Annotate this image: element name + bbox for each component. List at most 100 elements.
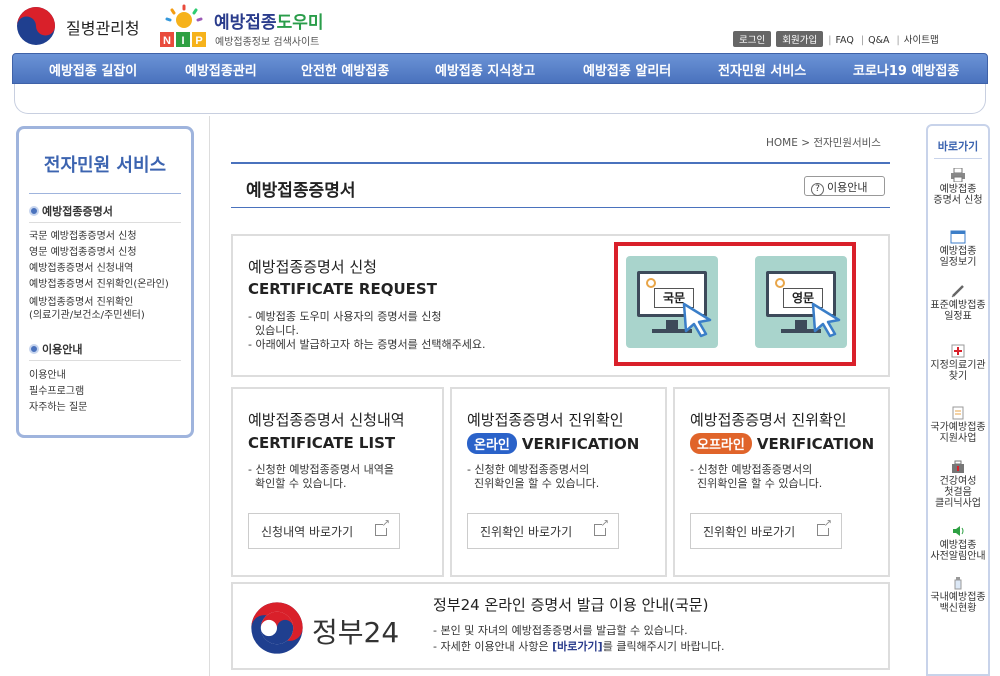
sidebar-link-usage[interactable]: 이용안내 bbox=[29, 369, 66, 382]
gov24-shortcut-link[interactable]: [바로가기] bbox=[552, 640, 603, 653]
quick-link-certificate[interactable]: 예방접종 증명서 신청 bbox=[928, 168, 988, 206]
sidebar-section-certificate[interactable]: 예방접종증명서 bbox=[29, 203, 113, 219]
nav-item-guide[interactable]: 예방접종 길잡이 bbox=[49, 60, 137, 79]
syringe-icon bbox=[951, 285, 964, 298]
cursor-icon bbox=[682, 302, 712, 338]
gov24-logo[interactable]: 정부24 bbox=[250, 597, 420, 655]
main-nav: 예방접종 길잡이 예방접종관리 안전한 예방접종 예방접종 지식창고 예방접종 … bbox=[12, 53, 988, 84]
online-verify-card: 예방접종증명서 진위확인 온라인 VERIFICATION - 신청한 예방접종증… bbox=[450, 387, 667, 577]
request-title: 예방접종증명서 신청 bbox=[248, 258, 377, 276]
nav-item-e-service[interactable]: 전자민원 서비스 bbox=[718, 60, 806, 79]
quick-links-title: 바로가기 bbox=[937, 140, 979, 153]
title-bottom-rule bbox=[231, 207, 890, 208]
request-desc-3: - 아래에서 발급하고자 하는 증명서를 선택해주세요. bbox=[248, 338, 486, 351]
usage-guide-button[interactable]: ? 이용안내 bbox=[804, 176, 885, 196]
offline-verify-go-button[interactable]: 진위확인 바로가기 bbox=[690, 513, 842, 549]
online-desc-2: 진위확인을 할 수 있습니다. bbox=[467, 477, 600, 490]
title-top-rule bbox=[231, 162, 890, 164]
gov24-title: 정부24 온라인 증명서 발급 이용 안내(국문) bbox=[433, 596, 709, 614]
sidebar-link-verify-offline-detail[interactable]: (의료기관/보건소/주민센터) bbox=[29, 309, 145, 322]
speaker-icon bbox=[953, 526, 964, 536]
korean-certificate-button[interactable]: 국문 bbox=[626, 256, 718, 348]
question-icon: ? bbox=[811, 183, 824, 196]
offline-verify-title-en: 오프라인 VERIFICATION bbox=[690, 433, 874, 454]
sub-nav-bar bbox=[14, 84, 986, 114]
nav-item-notice[interactable]: 예방접종 알리터 bbox=[583, 60, 671, 79]
svg-text:I: I bbox=[181, 35, 184, 47]
kdca-logo[interactable]: 질병관리청 bbox=[16, 6, 156, 46]
online-verify-title: 예방접종증명서 진위확인 bbox=[467, 411, 624, 429]
nip-title: 예방접종도우미 bbox=[214, 13, 324, 33]
online-badge: 온라인 bbox=[467, 433, 517, 454]
nip-logo[interactable]: N I P 예방접종도우미 예방접종정보 검색사이트 bbox=[158, 4, 338, 48]
sidebar-link-verify-offline[interactable]: 예방접종증명서 진위확인 bbox=[29, 296, 133, 309]
offline-verify-card: 예방접종증명서 진위확인 오프라인 VERIFICATION - 신청한 예방접종… bbox=[673, 387, 890, 577]
request-desc-1: - 예방접종 도우미 사용자의 증명서를 신청 bbox=[248, 310, 442, 323]
breadcrumb: HOME > 전자민원서비스 bbox=[766, 137, 881, 149]
nav-item-safe[interactable]: 안전한 예방접종 bbox=[301, 60, 389, 79]
gov24-logo-text: 정부24 bbox=[312, 616, 400, 649]
page-title: 예방접종증명서 bbox=[246, 181, 356, 201]
nav-item-management[interactable]: 예방접종관리 bbox=[185, 60, 257, 79]
nip-sun-icon: N I P bbox=[160, 4, 206, 47]
quick-link-standard-schedule[interactable]: 표준예방접종 일정표 bbox=[928, 284, 988, 322]
printer-icon bbox=[951, 168, 965, 182]
offline-verify-title: 예방접종증명서 진위확인 bbox=[690, 411, 847, 429]
taeguk-emblem-icon bbox=[17, 7, 55, 45]
offline-badge: 오프라인 bbox=[690, 433, 752, 454]
list-title-en: CERTIFICATE LIST bbox=[248, 434, 396, 452]
request-list-go-button[interactable]: 신청내역 바로가기 bbox=[248, 513, 400, 549]
online-verify-go-button[interactable]: 진위확인 바로가기 bbox=[467, 513, 619, 549]
sidebar-link-english-request[interactable]: 영문 예방접종증명서 신청 bbox=[29, 246, 137, 259]
content-divider bbox=[209, 116, 210, 676]
taeguk-emblem-icon bbox=[251, 602, 303, 654]
kdca-logo-text: 질병관리청 bbox=[66, 19, 140, 38]
calendar-icon bbox=[950, 230, 966, 244]
sidebar-link-korean-request[interactable]: 국문 예방접종증명서 신청 bbox=[29, 230, 137, 243]
offline-desc-1: - 신청한 예방접종증명서의 bbox=[690, 463, 813, 476]
vial-icon bbox=[954, 577, 962, 590]
offline-desc-2: 진위확인을 할 수 있습니다. bbox=[690, 477, 823, 490]
join-button[interactable]: 회원가입 bbox=[776, 31, 824, 47]
quick-link-women-clinic[interactable]: 건강여성 첫걸음 클리닉사업 bbox=[928, 460, 988, 509]
online-desc-1: - 신청한 예방접종증명서의 bbox=[467, 463, 590, 476]
external-link-icon bbox=[375, 518, 390, 536]
external-link-icon bbox=[817, 518, 832, 536]
bullet-icon bbox=[29, 206, 39, 216]
kit-icon bbox=[952, 460, 964, 473]
cursor-icon bbox=[811, 302, 841, 338]
quick-link-national-support[interactable]: 국가예방접종 지원사업 bbox=[928, 406, 988, 444]
list-title: 예방접종증명서 신청내역 bbox=[248, 411, 405, 429]
quick-link-vaccine-status[interactable]: 국내예방접종 백신현황 bbox=[928, 576, 988, 614]
sidebar-link-faq[interactable]: 자주하는 질문 bbox=[29, 401, 87, 414]
sidebar-section-usage[interactable]: 이용안내 bbox=[29, 341, 82, 357]
sitemap-link[interactable]: 사이트맵 bbox=[904, 35, 939, 46]
quick-link-advance-notice[interactable]: 예방접종 사전알림안내 bbox=[928, 524, 988, 562]
left-sidebar: 전자민원 서비스 예방접종증명서 국문 예방접종증명서 신청 영문 예방접종증명… bbox=[16, 126, 194, 438]
utility-menu: 로그인 회원가입 | FAQ | Q&A | 사이트맵 bbox=[733, 31, 943, 47]
online-verify-title-en: 온라인 VERIFICATION bbox=[467, 433, 639, 454]
login-button[interactable]: 로그인 bbox=[733, 31, 772, 47]
nav-item-knowledge[interactable]: 예방접종 지식창고 bbox=[435, 60, 535, 79]
nav-item-covid19[interactable]: 코로나19 예방접종 bbox=[853, 60, 959, 79]
faq-link[interactable]: FAQ bbox=[835, 35, 853, 46]
badge-icon bbox=[775, 278, 785, 288]
qna-link[interactable]: Q&A bbox=[868, 35, 889, 46]
sidebar-link-verify-online[interactable]: 예방접종증명서 진위확인(온라인) bbox=[29, 278, 169, 291]
sidebar-link-request-list[interactable]: 예방접종증명서 신청내역 bbox=[29, 262, 133, 275]
gov24-desc-1: - 본인 및 자녀의 예방접종증명서를 발급할 수 있습니다. bbox=[433, 624, 688, 637]
nip-subtitle: 예방접종정보 검색사이트 bbox=[215, 37, 320, 48]
badge-icon bbox=[646, 278, 656, 288]
quick-link-find-hospital[interactable]: 지정의료기관 찾기 bbox=[928, 344, 988, 382]
quick-link-schedule[interactable]: 예방접종 일정보기 bbox=[928, 230, 988, 268]
svg-text:N: N bbox=[163, 35, 171, 47]
request-title-en: CERTIFICATE REQUEST bbox=[248, 280, 437, 298]
hospital-icon bbox=[951, 344, 965, 358]
request-desc-2: 있습니다. bbox=[248, 324, 299, 337]
external-link-icon bbox=[594, 518, 609, 536]
list-desc-1: - 신청한 예방접종증명서 내역을 bbox=[248, 463, 395, 476]
svg-text:P: P bbox=[195, 35, 202, 47]
sidebar-link-programs[interactable]: 필수프로그램 bbox=[29, 385, 84, 398]
english-certificate-button[interactable]: 영문 bbox=[755, 256, 847, 348]
sidebar-title: 전자민원 서비스 bbox=[43, 155, 167, 176]
